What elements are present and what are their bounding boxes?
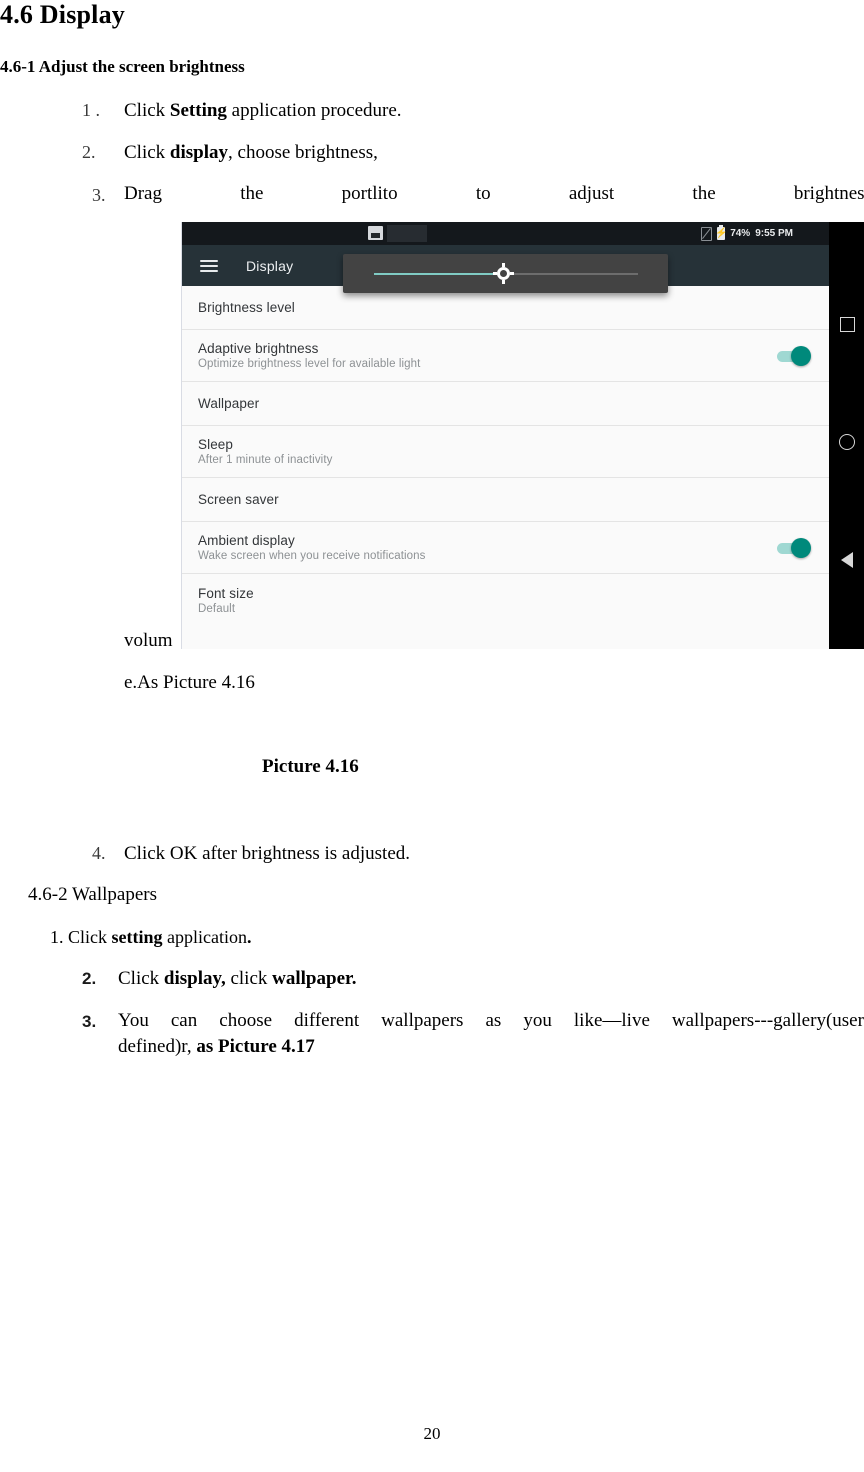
wallpaper-step-2: Click display, click wallpaper. [118,966,356,992]
list-item-1: Click Setting application procedure. [124,98,402,124]
list-item-2: Click display, choose brightness, [124,140,378,166]
row-subtitle: Default [198,602,236,615]
wallpaper-step-3: You can choose different wallpapers as y… [118,1008,864,1060]
step3-word-2: portlito [341,183,398,204]
step3-word-0: Drag [124,183,162,204]
list-number-2: 2. [82,142,96,162]
page-number: 20 [423,1424,441,1443]
triangle-back-icon[interactable] [841,552,853,568]
step3-word-3: to [475,183,491,204]
list-item-font-size[interactable]: Font size Default [182,574,829,626]
wallpaper-step-1: 1. Click setting application. [50,924,251,950]
wp3-w3: different [294,1010,360,1031]
step3-word-6: brightness [793,183,864,204]
section-4-6-2-heading: 4.6-2 Wallpapers [28,884,157,905]
list-item-adaptive-brightness[interactable]: Adaptive brightness Optimize brightness … [182,330,829,382]
screenshot-image-icon [368,226,383,240]
list-item-4: Click OK after brightness is adjusted. [124,843,411,864]
android-navigation-bar [829,222,864,649]
wp1-tail: . [246,927,252,947]
wp1-prefix: Click [68,927,112,947]
row-title: Wallpaper [198,396,260,411]
row-subtitle: Optimize brightness level for available … [198,358,421,370]
battery-charging-icon: ⚡ [714,225,728,240]
list-item-screen-saver[interactable]: Screen saver [182,478,829,522]
ambient-display-toggle[interactable] [777,537,811,558]
clock-label: 9:55 PM [755,228,793,239]
row-title: Sleep [198,437,234,452]
wp1-suffix: application [162,927,247,947]
circle-home-icon[interactable] [839,434,855,450]
wallpaper-step-3-line-1: You can choose different wallpapers as y… [118,1008,864,1034]
row-title: Adaptive brightness [198,341,319,356]
wallpaper-step-3-line-2: defined)r, as Picture 4.17 [118,1034,864,1060]
list-number-1: 1 . [82,100,100,120]
step3-word-1: the [240,183,264,204]
list-item-ambient-display[interactable]: Ambient display Wake screen when you rec… [182,522,829,574]
figure-android-display-settings: ⚡ 74% 9:55 PM Display Brightness level A… [181,222,864,649]
wp2-mid: click [225,968,273,989]
wp3-w6: you [523,1010,552,1031]
brightness-sun-icon[interactable] [493,263,514,284]
wp3-w7: like—live [573,1010,650,1031]
row-subtitle: Wake screen when you receive notificatio… [198,550,426,562]
wp2-prefix: Click [118,968,164,989]
toolbar-title: Display [246,257,294,274]
square-recents-icon[interactable] [839,317,855,332]
section-subheading: 4.6-1 Adjust the screen brightness [0,57,245,76]
wp1-bold: setting [111,927,163,947]
wallpaper-list-number-2: 2. [82,969,97,988]
figure-caption: Picture 4.16 [262,756,359,777]
step2-bold: display [169,142,229,163]
step3-continuation-left: volum [124,630,173,651]
wp3-line2-bold: as Picture 4.17 [196,1036,315,1057]
step3-word-4: adjust [568,183,615,204]
wp3-w4: wallpapers [381,1010,464,1031]
status-bar-right: ⚡ 74% 9:55 PM [701,222,793,245]
hamburger-menu-icon[interactable] [200,259,218,272]
row-title: Brightness level [198,300,295,315]
list-number-3: 3. [92,185,106,205]
wp3-w2: choose [219,1010,273,1031]
row-title: Screen saver [198,492,279,507]
android-status-bar: ⚡ 74% 9:55 PM [182,222,829,245]
wp3-w8: wallpapers---gallery(user [671,1010,864,1031]
step1-bold: Setting [169,100,227,121]
wp1-num: 1. [50,927,64,947]
page-title: 4.6 Display [0,0,126,29]
row-title: Ambient display [198,533,295,548]
wp2-bold1: display, [163,968,226,989]
row-title: Font size [198,585,254,601]
row-subtitle: After 1 minute of inactivity [198,454,333,466]
document-page: 4.6 Display 4.6-1 Adjust the screen brig… [0,0,864,1472]
list-item-wallpaper[interactable]: Wallpaper [182,382,829,426]
wp3-w0: You [118,1010,149,1031]
wallpaper-list-number-3: 3. [82,1012,97,1031]
android-screen: ⚡ 74% 9:55 PM Display Brightness level A… [182,222,829,649]
step1-suffix: application procedure. [226,100,402,121]
wp3-w5: as [485,1010,502,1031]
step3-word-5: the [692,183,716,204]
settings-list: Brightness level Adaptive brightness Opt… [182,286,829,626]
battery-percent-label: 74% [730,228,751,239]
wp3-line2-plain: defined)r, [118,1036,197,1057]
wp2-bold2: wallpaper. [272,968,357,989]
notification-placeholder-icon [387,225,427,242]
brightness-slider-fill [374,273,502,275]
brightness-slider-popup[interactable] [343,254,668,293]
step1-prefix: Click [124,100,170,121]
step3-continuation-next: e.As Picture 4.16 [124,672,255,693]
step2-prefix: Click [124,142,170,163]
no-sim-icon [701,226,713,241]
wp3-w1: can [170,1010,198,1031]
list-item-sleep[interactable]: Sleep After 1 minute of inactivity [182,426,829,478]
step2-suffix: , choose brightness, [228,142,378,163]
adaptive-brightness-toggle[interactable] [777,345,811,366]
list-item-3: Drag the portlito to adjust the brightne… [124,183,864,205]
list-number-4: 4. [92,843,106,863]
